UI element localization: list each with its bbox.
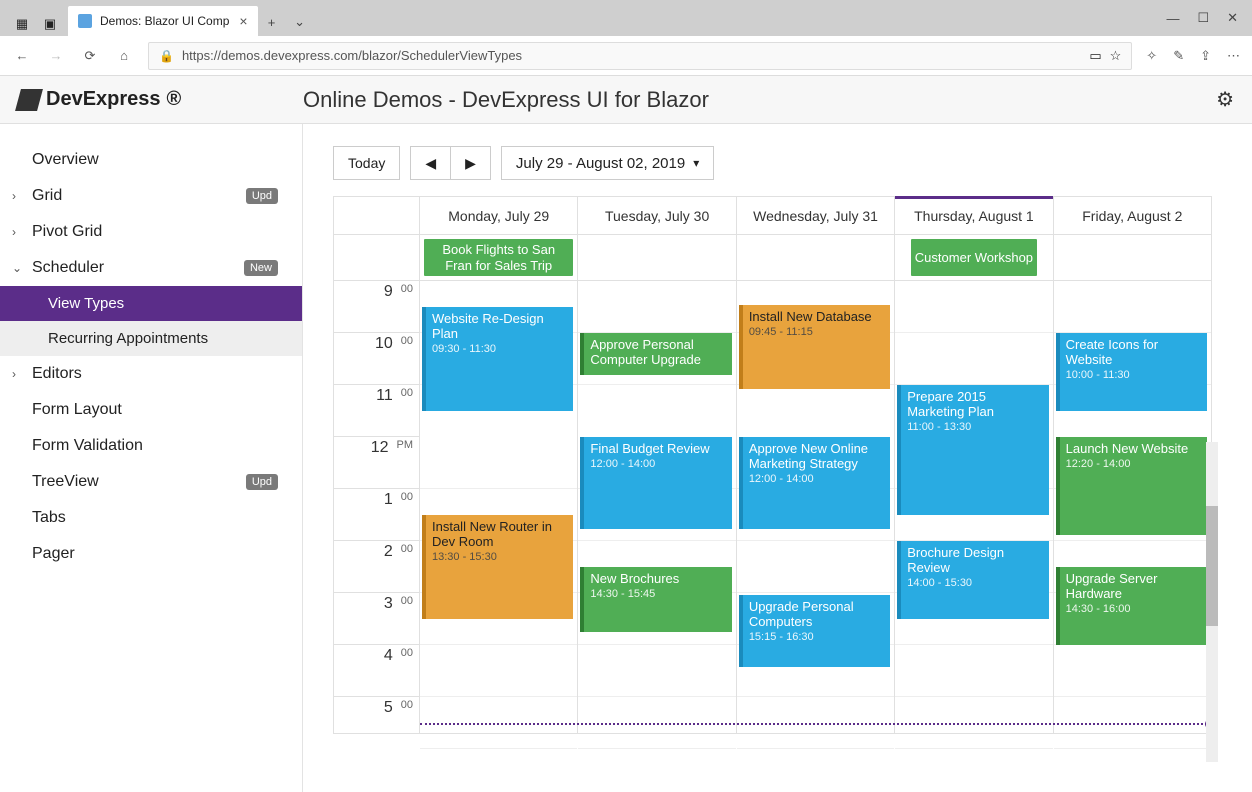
sidebar-subitem[interactable]: View Types — [0, 286, 302, 321]
current-time-indicator — [420, 723, 1211, 725]
url-box[interactable]: 🔒 https://demos.devexpress.com/blazor/Sc… — [148, 42, 1132, 70]
date-range-button[interactable]: July 29 - August 02, 2019 ▾ — [501, 146, 714, 180]
day-column[interactable]: Approve Personal Computer Upgrade Final B… — [578, 281, 736, 733]
back-button[interactable]: ← — [12, 48, 32, 63]
next-button[interactable]: ▶ — [450, 146, 491, 180]
allday-cell[interactable] — [1054, 235, 1211, 280]
allday-cell[interactable]: Customer Workshop — [895, 235, 1053, 280]
gear-icon[interactable]: ⚙ — [1216, 87, 1234, 112]
close-window-icon[interactable]: ✕ — [1227, 10, 1238, 26]
appointment[interactable]: New Brochures14:30 - 15:45 — [580, 567, 731, 632]
appointment[interactable]: Final Budget Review12:00 - 14:00 — [580, 437, 731, 529]
logo-mark — [15, 89, 43, 111]
day-header[interactable]: Monday, July 29 — [420, 197, 578, 234]
allday-cell[interactable] — [737, 235, 895, 280]
sidebar-item[interactable]: TreeViewUpd — [0, 464, 302, 500]
tab-chevron-icon[interactable]: ⌄ — [286, 8, 314, 36]
allday-cell[interactable] — [578, 235, 736, 280]
share-icon[interactable]: ⇪ — [1200, 48, 1211, 64]
tab-title: Demos: Blazor UI Comp — [100, 14, 229, 28]
sidebar-subitem[interactable]: Recurring Appointments — [0, 321, 302, 356]
appointment[interactable]: Upgrade Server Hardware14:30 - 16:00 — [1056, 567, 1207, 645]
day-column[interactable]: Create Icons for Website10:00 - 11:30 Lau… — [1054, 281, 1211, 733]
prev-button[interactable]: ◀ — [410, 146, 450, 180]
appointment[interactable]: Install New Database09:45 - 11:15 — [739, 305, 890, 389]
hour-row: 400 — [334, 645, 419, 697]
hour-row: 500 — [334, 697, 419, 749]
time-header-cell — [334, 197, 420, 234]
sidebar-item[interactable]: Overview — [0, 142, 302, 178]
browser-address-bar: ← → ⟳ ⌂ 🔒 https://demos.devexpress.com/b… — [0, 36, 1252, 76]
content: Today ◀ ▶ July 29 - August 02, 2019 ▾ Mo… — [303, 124, 1252, 792]
appointment[interactable]: Upgrade Personal Computers15:15 - 16:30 — [739, 595, 890, 667]
page-title: Online Demos - DevExpress UI for Blazor — [303, 87, 709, 113]
sidebar-item[interactable]: Tabs — [0, 500, 302, 536]
sidebar-item[interactable]: ⌄SchedulerNew — [0, 250, 302, 286]
sidebar-item[interactable]: ›Editors — [0, 356, 302, 392]
scrollbar[interactable] — [1206, 442, 1218, 762]
sidebar-item[interactable]: Pager — [0, 536, 302, 572]
lock-icon: 🔒 — [159, 49, 174, 63]
hour-row: 300 — [334, 593, 419, 645]
day-header[interactable]: Thursday, August 1 — [895, 197, 1053, 234]
calendar: Monday, July 29Tuesday, July 30Wednesday… — [333, 196, 1212, 734]
brand-name: DevExpress — [46, 88, 161, 111]
day-column[interactable]: Website Re-Design Plan09:30 - 11:30 Insta… — [420, 281, 578, 733]
allday-event[interactable]: Customer Workshop — [911, 239, 1037, 276]
hour-row: 100 — [334, 489, 419, 541]
appointment[interactable]: Launch New Website12:20 - 14:00 — [1056, 437, 1207, 535]
appointment[interactable]: Approve New Online Marketing Strategy12:… — [739, 437, 890, 529]
close-tab-icon[interactable]: × — [239, 13, 247, 29]
refresh-button[interactable]: ⟳ — [80, 48, 100, 64]
url-text: https://demos.devexpress.com/blazor/Sche… — [182, 48, 522, 63]
more-icon[interactable]: ⋯ — [1227, 48, 1240, 64]
tabs-overview-icon[interactable]: ▣ — [38, 12, 62, 36]
scheduler-toolbar: Today ◀ ▶ July 29 - August 02, 2019 ▾ — [333, 146, 1212, 180]
task-view-icon[interactable]: ▦ — [10, 12, 34, 36]
minimize-icon[interactable]: — — [1166, 11, 1179, 26]
favorites-bar-icon[interactable]: ✧ — [1146, 48, 1157, 64]
hour-row: 200 — [334, 541, 419, 593]
favicon — [78, 14, 92, 28]
reader-icon[interactable]: ▭ — [1089, 48, 1101, 64]
allday-gutter — [334, 235, 420, 280]
notes-icon[interactable]: ✎ — [1173, 48, 1184, 64]
day-column[interactable]: Prepare 2015 Marketing Plan11:00 - 13:30… — [895, 281, 1053, 733]
brand-logo[interactable]: DevExpress® — [18, 88, 303, 111]
hour-row: 1000 — [334, 333, 419, 385]
forward-button[interactable]: → — [46, 48, 66, 63]
date-range-label: July 29 - August 02, 2019 — [516, 155, 685, 172]
app-header: DevExpress® Online Demos - DevExpress UI… — [0, 76, 1252, 124]
today-button[interactable]: Today — [333, 146, 400, 180]
hour-row: 12PM — [334, 437, 419, 489]
sidebar: Overview›GridUpd›Pivot Grid⌄SchedulerNew… — [0, 124, 303, 792]
hour-row: 900 — [334, 281, 419, 333]
home-button[interactable]: ⌂ — [114, 48, 134, 63]
maximize-icon[interactable]: ☐ — [1197, 10, 1209, 26]
appointment[interactable]: Website Re-Design Plan09:30 - 11:30 — [422, 307, 573, 411]
day-header[interactable]: Tuesday, July 30 — [578, 197, 736, 234]
appointment[interactable]: Install New Router in Dev Room13:30 - 15… — [422, 515, 573, 619]
day-column[interactable]: Install New Database09:45 - 11:15 Approve… — [737, 281, 895, 733]
allday-event[interactable]: Book Flights to San Fran for Sales Trip — [424, 239, 573, 276]
browser-tab-bar: ▦ ▣ Demos: Blazor UI Comp × + ⌄ — ☐ ✕ — [0, 0, 1252, 36]
browser-tab[interactable]: Demos: Blazor UI Comp × — [68, 6, 258, 36]
chevron-down-icon: ▾ — [693, 156, 699, 170]
scrollbar-thumb[interactable] — [1206, 506, 1218, 626]
appointment[interactable]: Brochure Design Review14:00 - 15:30 — [897, 541, 1048, 619]
sidebar-item[interactable]: Form Layout — [0, 392, 302, 428]
sidebar-item[interactable]: Form Validation — [0, 428, 302, 464]
sidebar-item[interactable]: ›GridUpd — [0, 178, 302, 214]
sidebar-item[interactable]: ›Pivot Grid — [0, 214, 302, 250]
day-header[interactable]: Friday, August 2 — [1054, 197, 1211, 234]
appointment[interactable]: Create Icons for Website10:00 - 11:30 — [1056, 333, 1207, 411]
allday-cell[interactable]: Book Flights to San Fran for Sales Trip — [420, 235, 578, 280]
appointment[interactable]: Prepare 2015 Marketing Plan11:00 - 13:30 — [897, 385, 1048, 515]
day-header[interactable]: Wednesday, July 31 — [737, 197, 895, 234]
favorite-icon[interactable]: ☆ — [1110, 48, 1122, 64]
new-tab-button[interactable]: + — [258, 8, 286, 36]
appointment[interactable]: Approve Personal Computer Upgrade — [580, 333, 731, 375]
hour-row: 1100 — [334, 385, 419, 437]
